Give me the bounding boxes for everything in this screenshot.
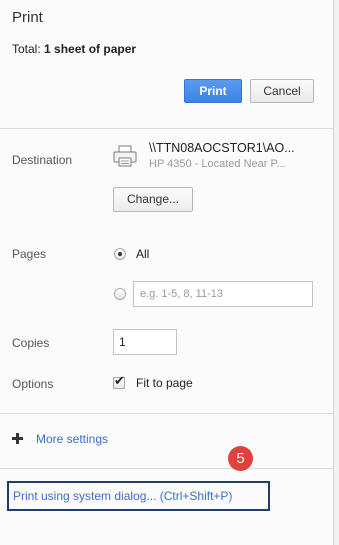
more-settings-link[interactable]: More settings (36, 432, 108, 446)
destination-subtitle: HP 4350 - Located Near P... (149, 158, 286, 170)
options-label: Options (12, 377, 54, 391)
print-header: Print Total: 1 sheet of paper Print Canc… (0, 0, 333, 129)
change-destination-button[interactable]: Change... (113, 187, 193, 212)
fit-to-page-label: Fit to page (136, 376, 193, 390)
fit-to-page-checkbox[interactable]: ✔ (113, 373, 125, 389)
copies-input[interactable] (113, 329, 177, 355)
destination-name: \\TTN08AOCSTOR1\AO... (149, 141, 295, 155)
total-value: 1 sheet of paper (44, 42, 137, 56)
cancel-button[interactable]: Cancel (250, 79, 314, 103)
pages-all-radio[interactable] (114, 248, 126, 260)
total-prefix: Total: (12, 42, 45, 56)
system-dialog-link[interactable]: Print using system dialog... (Ctrl+Shift… (7, 481, 270, 511)
more-settings-row[interactable]: More settings (0, 413, 333, 469)
pages-range-radio[interactable] (114, 288, 126, 300)
destination-label: Destination (12, 153, 73, 167)
page-title: Print (12, 9, 43, 26)
total-summary: Total: 1 sheet of paper (12, 42, 136, 56)
checkmark-icon: ✔ (114, 373, 125, 388)
copies-label: Copies (12, 336, 50, 350)
step-badge: 5 (228, 446, 253, 471)
printer-icon (113, 145, 137, 167)
print-panel: Print Total: 1 sheet of paper Print Canc… (0, 0, 334, 545)
print-button[interactable]: Print (184, 79, 242, 103)
pages-label: Pages (12, 247, 47, 261)
plus-icon (12, 433, 23, 444)
pages-range-input[interactable] (133, 281, 313, 307)
pages-all-label: All (136, 247, 150, 261)
